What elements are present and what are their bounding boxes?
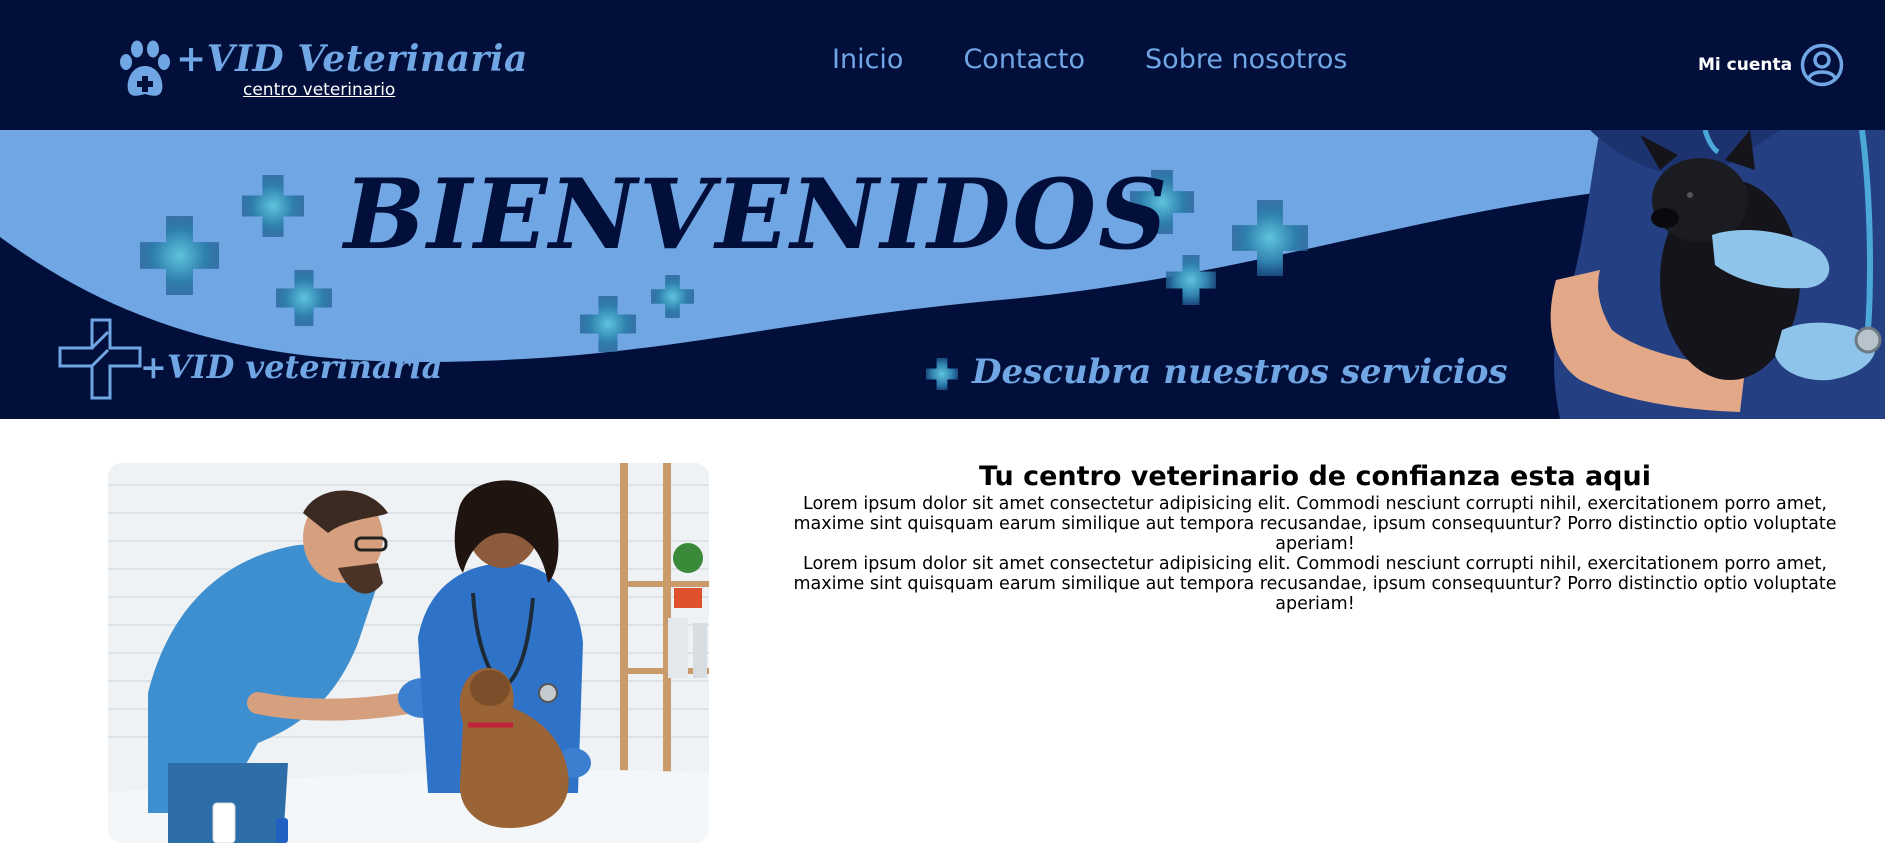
vets-photo-illustration	[108, 463, 709, 843]
nav-inicio[interactable]: Inicio	[832, 44, 903, 84]
services-link[interactable]: Descubra nuestros servicios	[972, 352, 1508, 392]
vets-examining-dog-image	[108, 463, 709, 843]
paw-icon	[120, 40, 170, 96]
hero-vet-puppy-image	[1550, 130, 1885, 419]
main-nav: Inicio Contacto Sobre nosotros	[832, 44, 1407, 84]
brand-subtitle[interactable]: centro veterinario	[243, 80, 395, 100]
account-label: Mi cuenta	[1698, 55, 1793, 75]
hero-title: BIENVENIDOS	[344, 158, 1170, 271]
nav-contacto[interactable]: Contacto	[963, 44, 1085, 84]
section-title: Tu centro veterinario de confianza esta …	[979, 461, 1651, 492]
nav-sobre-nosotros[interactable]: Sobre nosotros	[1145, 44, 1347, 84]
hero-brand: +VID veterinaria	[140, 348, 443, 386]
brand-logo[interactable]: +VID Veterinaria centro veterinario	[118, 38, 527, 102]
about-section: Tu centro veterinario de confianza esta …	[780, 460, 1850, 614]
medical-cross-icon	[58, 318, 142, 400]
section-paragraph: Lorem ipsum dolor sit amet consectetur a…	[793, 554, 1837, 614]
plus-decoration-icon	[926, 358, 958, 390]
user-circle-icon	[1800, 43, 1844, 87]
hero-banner: BIENVENIDOS +VID veterinaria Descubra nu…	[0, 130, 1885, 419]
brand-name: +VID Veterinaria	[176, 38, 528, 80]
section-paragraph: Lorem ipsum dolor sit amet consectetur a…	[793, 494, 1837, 554]
site-header: +VID Veterinaria centro veterinario Inic…	[0, 0, 1885, 130]
account-button[interactable]: Mi cuenta	[1698, 42, 1844, 88]
